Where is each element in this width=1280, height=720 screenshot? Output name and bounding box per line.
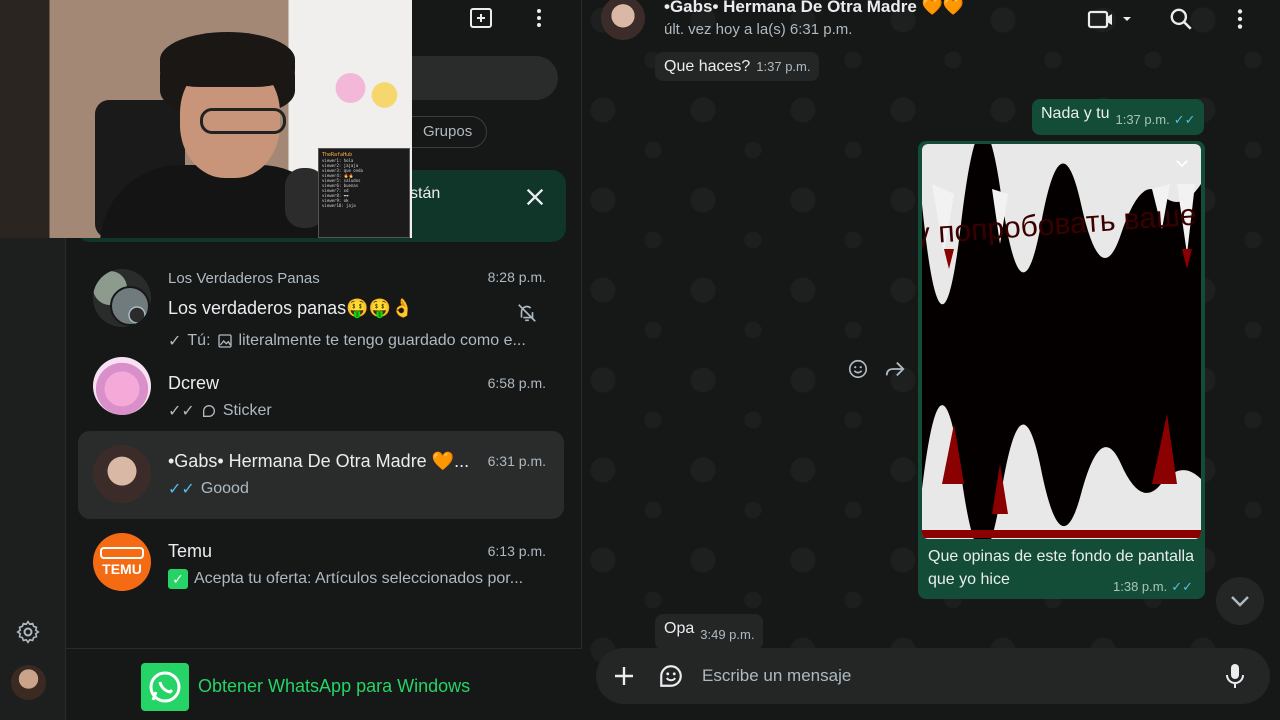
stream-chat-line: viewer10: jaja [322,203,356,208]
emoji-react-icon[interactable] [847,358,869,380]
webcam-overlay: TheRafaHub viewer1: hola viewer2: jajaja… [0,0,412,238]
search-icon[interactable] [1168,6,1194,32]
stream-chat-box: TheRafaHub viewer1: hola viewer2: jajaja… [318,148,410,238]
last-message-text: Goood [200,480,249,497]
message-time: 3:49 p.m. [700,627,755,642]
message-incoming[interactable]: Que haces? 1:37 p.m. [655,52,820,81]
message-composer [596,648,1270,704]
scroll-to-bottom-button[interactable] [1216,577,1264,625]
message-time-ticks: 1:38 p.m. ✓✓ [1113,579,1193,595]
profile-avatar[interactable] [11,665,46,700]
group-label: Los Verdaderos Panas [168,270,320,287]
message-text: Nada y tu [1041,105,1110,122]
contact-avatar[interactable] [601,0,645,40]
chat-list: Los Verdaderos Panas Los verdaderos pana… [78,255,564,607]
read-ticks-icon: ✓✓ [1173,112,1196,127]
chevron-down-icon [1231,596,1249,607]
read-ticks-icon: ✓✓ [1171,579,1193,594]
conversation-menu-icon[interactable] [1227,6,1253,32]
webcam-person-hair-top [160,32,295,87]
get-windows-app-banner[interactable]: Obtener WhatsApp para Windows [66,648,582,720]
message-time: 1:37 p.m. [1115,112,1170,127]
sticker-icon [202,405,215,417]
menu-kebab-icon[interactable] [527,6,551,30]
fangs-artwork: Я хочу попробовать ваше мясо! [922,144,1201,539]
webcam-toys [325,60,410,130]
contact-name[interactable]: •Gabs• Hermana De Otra Madre 🧡🧡 [664,0,964,17]
chat-name: Temu [168,541,213,561]
chat-name: •Gabs• Hermana De Otra Madre 🧡... [168,451,470,471]
message-outgoing-image[interactable]: Я хочу попробовать ваше мясо! Que opinas… [918,141,1205,599]
whatsapp-logo-icon [141,663,189,711]
chat-avatar [93,445,151,503]
chat-last-message: ✓ Acepta tu oferta: Artículos selecciona… [168,569,523,589]
double-check-icon: ✓✓ [168,403,195,420]
conversation-header[interactable]: •Gabs• Hermana De Otra Madre 🧡🧡 últ. vez… [583,0,1280,48]
settings-gear-icon[interactable] [15,619,41,645]
sticker-emoji-icon[interactable] [658,663,684,689]
message-text: Que haces? [664,58,751,75]
muted-bell-icon [518,304,536,322]
close-icon[interactable] [524,186,546,208]
temu-logo: TEMU [93,533,151,591]
chat-name: Dcrew [168,373,220,393]
message-time: 1:37 p.m. [756,59,811,74]
message-text: Opa [664,620,695,637]
chat-time: 8:28 p.m. [487,269,546,285]
video-call-icon[interactable] [1087,6,1131,32]
last-message-text: Sticker [222,402,272,419]
message-incoming[interactable]: Opa 3:49 p.m. [655,614,764,650]
group-avatar [93,269,151,327]
message-outgoing[interactable]: Nada y tu 1:37 p.m. ✓✓ [1032,99,1205,135]
message-input[interactable] [702,658,1202,694]
chat-avatar [93,357,151,415]
chat-item-dcrew[interactable]: Dcrew 6:58 p.m. ✓✓ Sticker [78,343,564,431]
chevron-down-icon[interactable] [1173,154,1191,172]
message-time: 1:38 p.m. [1113,579,1168,594]
banner-text: stán [410,185,441,202]
chat-item-los-verdaderos-panas[interactable]: Los Verdaderos Panas Los verdaderos pana… [78,255,564,350]
chat-name: Los verdaderos panas🤑🤑👌 [168,298,414,318]
chat-time: 6:31 p.m. [487,453,546,469]
chat-last-message: ✓✓ Sticker [168,401,272,421]
chat-time: 6:58 p.m. [487,375,546,391]
green-check-icon: ✓ [168,569,188,589]
forward-icon[interactable] [884,358,906,380]
chat-last-message: ✓✓ Goood [168,479,249,499]
get-windows-link[interactable]: Obtener WhatsApp para Windows [198,676,470,697]
last-message-text: Acepta tu oferta: Artículos seleccionado… [194,570,524,587]
wallpaper-image[interactable]: Я хочу попробовать ваше мясо! [922,144,1201,539]
last-seen: últ. vez hoy a la(s) 6:31 p.m. [664,21,853,38]
svg-text:TEMU: TEMU [102,561,142,577]
chat-time: 6:13 p.m. [487,543,546,559]
read-ticks-icon: ✓✓ [168,481,195,498]
microphone-icon[interactable] [1224,663,1246,689]
attach-plus-icon[interactable] [612,664,636,688]
chat-item-gabs[interactable]: •Gabs• Hermana De Otra Madre 🧡... 6:31 p… [78,431,564,519]
chat-list-toolbar [469,6,551,30]
new-chat-icon[interactable] [469,6,493,30]
chat-item-temu[interactable]: TEMU Temu 6:13 p.m. ✓ Acepta tu oferta: … [78,519,564,607]
webcam-glasses [200,108,286,134]
